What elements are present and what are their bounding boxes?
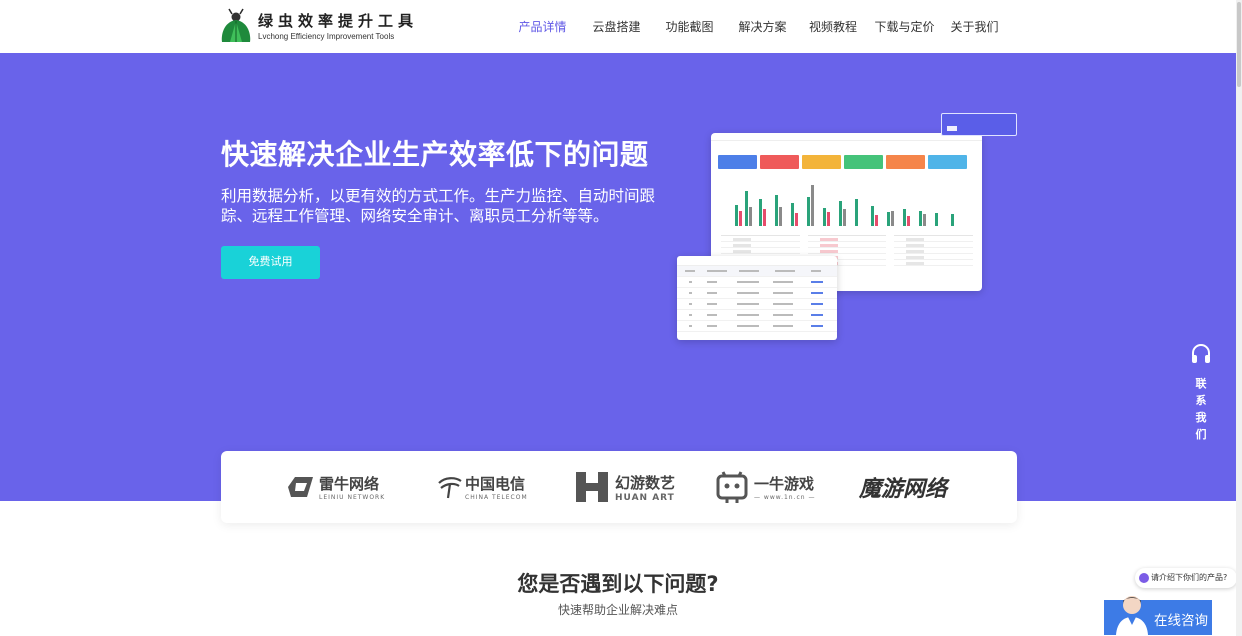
partner-logo-panel: 雷牛网络 LEINIU NETWORK 中国电信 CHINA TELECOM 幻游数… xyxy=(221,451,1017,523)
partner-name: 幻游数艺 xyxy=(615,473,676,492)
partner-sub: LEINIU NETWORK xyxy=(319,494,386,501)
nav-item-download-pricing[interactable]: 下载与定价 xyxy=(867,0,942,53)
hero-section: 快速解决企业生产效率低下的问题 利用数据分析，以更有效的方式工作。生产力监控、自… xyxy=(0,53,1236,501)
page-scrollbar[interactable] xyxy=(1236,0,1242,636)
nav-item-about-us[interactable]: 关于我们 xyxy=(942,0,1007,53)
floating-stat-card xyxy=(941,113,1017,136)
hero-subtitle: 利用数据分析，以更有效的方式工作。生产力监控、自动时间跟踪、远程工作管理、网络安… xyxy=(221,187,656,225)
leiniu-logo-icon xyxy=(288,477,313,497)
nav-item-solutions[interactable]: 解决方案 xyxy=(726,0,799,53)
hero-title: 快速解决企业生产效率低下的问题 xyxy=(221,138,649,171)
contact-label: 联 系 我 们 xyxy=(1195,377,1207,441)
nav-item-product-details[interactable]: 产品详情 xyxy=(505,0,580,53)
yiniu-game-logo-icon xyxy=(716,471,748,503)
partner-sub: HUAN ART xyxy=(615,492,675,503)
partner-name: 魔游网络 xyxy=(859,477,948,502)
nav-item-cloud-setup[interactable]: 云盘搭建 xyxy=(580,0,653,53)
headset-icon xyxy=(1192,344,1210,363)
partner-logo-moyou: 魔游网络 xyxy=(859,469,947,505)
chat-prompt-text: 请介绍下你们的产品? xyxy=(1151,573,1228,582)
scrollbar-thumb[interactable] xyxy=(1237,2,1241,87)
contact-us-button[interactable]: 联 系 我 们 xyxy=(1186,343,1216,443)
ranking-table-screenshot xyxy=(677,256,837,340)
partner-name: 一牛游戏 xyxy=(754,475,815,493)
site-header: 绿虫效率提升工具 Lvchong Efficiency Improvement … xyxy=(0,0,1236,53)
partner-logo-huan-art: 幻游数艺 HUAN ART xyxy=(574,469,675,505)
huan-art-logo-icon xyxy=(576,472,608,502)
page: 绿虫效率提升工具 Lvchong Efficiency Improvement … xyxy=(0,0,1242,636)
partner-logo-leiniu: 雷牛网络 LEINIU NETWORK xyxy=(285,469,385,505)
partner-name: 中国电信 xyxy=(465,475,526,493)
online-consult-label: 在线咨询 xyxy=(1154,613,1208,629)
bug-logo-icon xyxy=(221,8,251,42)
brand-logo[interactable]: 绿虫效率提升工具 Lvchong Efficiency Improvement … xyxy=(220,8,418,44)
online-consult-button[interactable]: 在线咨询 xyxy=(1104,596,1212,635)
brand-name-en: Lvchong Efficiency Improvement Tools xyxy=(258,31,395,41)
main-nav: 产品详情 云盘搭建 功能截图 解决方案 视频教程 下载与定价 关于我们 xyxy=(505,0,1007,53)
partner-name: 雷牛网络 xyxy=(319,475,380,493)
nav-item-screenshots[interactable]: 功能截图 xyxy=(653,0,726,53)
chat-prompt-bubble[interactable]: 请介绍下你们的产品? xyxy=(1135,568,1237,588)
dashboard-kpi-cards xyxy=(718,155,967,169)
problems-subtitle: 快速帮助企业解决难点 xyxy=(557,603,678,617)
brand-name-cn: 绿虫效率提升工具 xyxy=(258,11,419,30)
chat-bubble-icon xyxy=(1139,573,1149,583)
partner-sub: CHINA TELECOM xyxy=(465,494,528,501)
problems-title: 您是否遇到以下问题? xyxy=(517,572,719,596)
partner-sub: — www.1n.cn — xyxy=(754,494,816,501)
free-trial-button[interactable]: 免费试用 xyxy=(221,246,320,279)
customer-agent-avatar-icon xyxy=(1116,596,1148,635)
partner-logo-yiniu-game: 一牛游戏 — www.1n.cn — xyxy=(715,469,816,505)
nav-item-video-tutorials[interactable]: 视频教程 xyxy=(799,0,867,53)
brand-text: 绿虫效率提升工具 Lvchong Efficiency Improvement … xyxy=(258,11,418,42)
dashboard-bar-chart xyxy=(735,185,954,226)
partner-logo-china-telecom: 中国电信 CHINA TELECOM xyxy=(437,469,528,505)
china-telecom-logo-icon xyxy=(438,477,462,499)
